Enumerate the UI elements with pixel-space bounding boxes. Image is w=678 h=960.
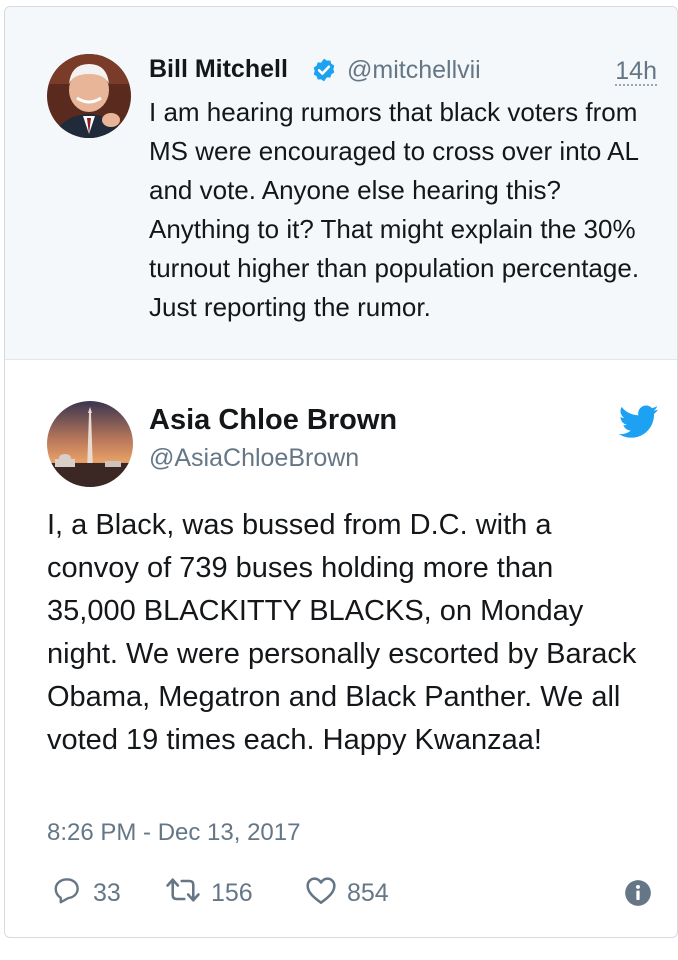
tweet-actions: 33 156 854 bbox=[47, 873, 667, 913]
heart-icon bbox=[305, 875, 347, 912]
quoted-timestamp[interactable]: 14h bbox=[615, 58, 657, 86]
quoted-tweet-header: Bill Mitchell @mitchellvii 14h bbox=[149, 51, 661, 91]
quoted-handle[interactable]: @mitchellvii bbox=[347, 56, 481, 85]
verified-badge-icon bbox=[311, 57, 337, 83]
reply-button[interactable]: 33 bbox=[51, 873, 121, 913]
quoted-display-name[interactable]: Bill Mitchell bbox=[149, 55, 288, 84]
like-count: 854 bbox=[347, 878, 389, 907]
tweet-handle[interactable]: @AsiaChloeBrown bbox=[149, 444, 359, 473]
reply-icon bbox=[51, 875, 93, 912]
tweet-text: I, a Black, was bussed from D.C. with a … bbox=[47, 509, 637, 756]
tweet-timestamp[interactable]: 8:26 PM - Dec 13, 2017 bbox=[47, 819, 300, 847]
asia-chloe-brown-avatar[interactable] bbox=[47, 401, 133, 487]
retweet-icon bbox=[165, 875, 211, 912]
bill-mitchell-avatar[interactable] bbox=[47, 54, 131, 138]
quoted-tweet[interactable]: Bill Mitchell @mitchellvii 14h I am hear… bbox=[5, 7, 677, 360]
info-icon[interactable] bbox=[624, 879, 652, 907]
retweet-button[interactable]: 156 bbox=[165, 873, 253, 913]
tweet-screenshot: Bill Mitchell @mitchellvii 14h I am hear… bbox=[4, 6, 678, 938]
twitter-bird-icon[interactable] bbox=[618, 405, 659, 439]
like-button[interactable]: 854 bbox=[305, 873, 389, 913]
reply-count: 33 bbox=[93, 878, 121, 907]
tweet-display-name[interactable]: Asia Chloe Brown bbox=[149, 404, 397, 437]
quoted-tweet-text: I am hearing rumors that black voters fr… bbox=[149, 97, 640, 322]
retweet-count: 156 bbox=[211, 878, 253, 907]
